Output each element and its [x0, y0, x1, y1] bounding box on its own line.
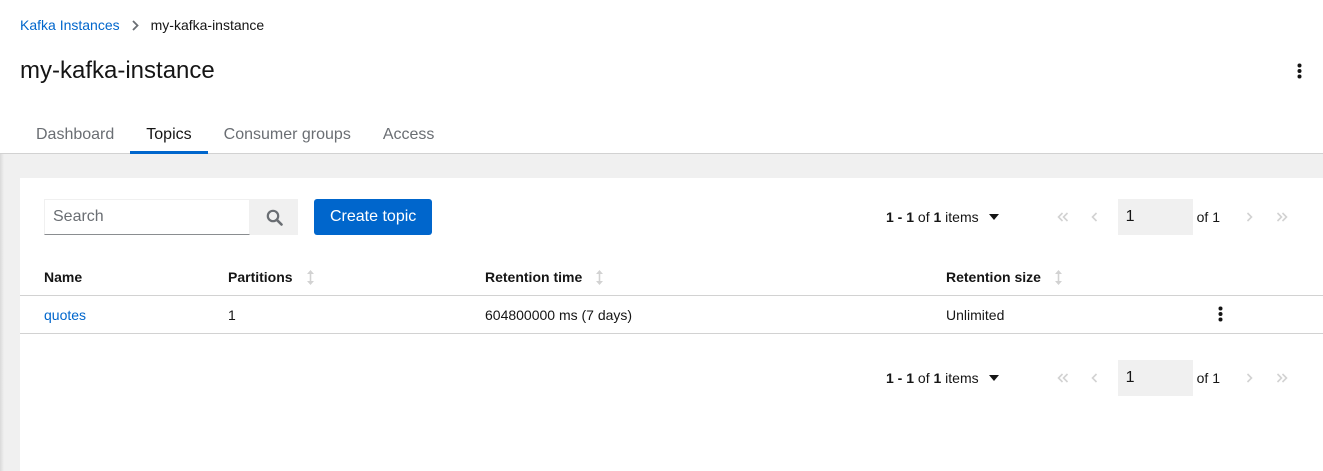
first-page-button[interactable]	[1047, 199, 1079, 235]
angle-double-right-icon	[1276, 212, 1288, 222]
per-page-toggle[interactable]: 1 - 1 of 1 items	[886, 209, 999, 225]
row-actions-kebab-icon[interactable]	[1212, 304, 1228, 324]
angle-left-icon	[1091, 212, 1098, 222]
caret-down-icon	[988, 214, 999, 220]
breadcrumb: Kafka Instances my-kafka-instance	[20, 17, 264, 33]
sort-icon	[596, 269, 604, 285]
previous-page-button[interactable]	[1079, 360, 1111, 396]
topic-retention-time: 604800000 ms (7 days)	[485, 307, 633, 323]
last-page-button[interactable]	[1266, 199, 1298, 235]
sort-icon	[306, 269, 314, 285]
tab-dashboard[interactable]: Dashboard	[20, 112, 130, 154]
breadcrumb-kafka-instances-link[interactable]: Kafka Instances	[20, 17, 120, 33]
column-header-partitions[interactable]: Partitions	[228, 269, 314, 285]
tab-consumer-groups[interactable]: Consumer groups	[208, 112, 367, 154]
table-row: quotes 1 604800000 ms (7 days) Unlimited	[20, 296, 1323, 334]
pages-total-label: of 1	[1196, 209, 1220, 225]
instance-tabs: Dashboard Topics Consumer groups Access	[20, 112, 450, 154]
angle-right-icon	[1246, 212, 1254, 222]
first-page-button[interactable]	[1047, 360, 1079, 396]
pagination-bottom: 1 - 1 of 1 items of 1	[886, 360, 1298, 396]
column-header-retention-size[interactable]: Retention size	[946, 269, 1062, 285]
column-header-retention-time[interactable]: Retention time	[485, 269, 604, 285]
last-page-button[interactable]	[1266, 360, 1298, 396]
next-page-button[interactable]	[1234, 199, 1266, 235]
instance-actions-kebab-icon[interactable]	[1293, 60, 1305, 82]
topic-partitions: 1	[228, 307, 236, 323]
table-header: Name Partitions Retention time Retention…	[20, 258, 1323, 296]
pagination-of: of	[917, 370, 930, 386]
pagination-items: items	[945, 370, 979, 386]
page-title: my-kafka-instance	[20, 57, 215, 84]
tab-topics[interactable]: Topics	[130, 112, 209, 154]
search-input[interactable]	[44, 199, 250, 235]
pagination-range: 1 - 1	[886, 209, 915, 225]
breadcrumb-current: my-kafka-instance	[150, 17, 265, 33]
angle-right-icon	[1246, 373, 1254, 383]
topics-card: Create topic 1 - 1 of 1 items of 1 Name …	[20, 178, 1323, 471]
tab-access[interactable]: Access	[367, 112, 451, 154]
angle-left-icon	[1091, 373, 1098, 383]
angle-double-right-icon	[1276, 373, 1288, 383]
page-header: Kafka Instances my-kafka-instance my-kaf…	[0, 0, 1323, 154]
search-icon	[266, 209, 283, 226]
current-page-input[interactable]	[1117, 199, 1193, 235]
pagination-range: 1 - 1	[886, 370, 915, 386]
topic-name-link[interactable]: quotes	[44, 307, 86, 323]
create-topic-button[interactable]: Create topic	[314, 199, 433, 235]
pagination-top: 1 - 1 of 1 items of 1	[886, 199, 1298, 235]
previous-page-button[interactable]	[1079, 199, 1111, 235]
pagination-total: 1	[933, 370, 942, 386]
current-page-input[interactable]	[1117, 360, 1193, 396]
topics-table: Name Partitions Retention time Retention…	[20, 258, 1323, 334]
column-header-name: Name	[44, 269, 83, 285]
chevron-right-icon	[131, 19, 139, 31]
pagination-items: items	[945, 209, 979, 225]
caret-down-icon	[988, 375, 999, 381]
next-page-button[interactable]	[1234, 360, 1266, 396]
angle-double-left-icon	[1056, 212, 1069, 222]
search-button[interactable]	[250, 199, 298, 235]
pages-total-label: of 1	[1196, 370, 1220, 386]
pagination-total: 1	[933, 209, 942, 225]
topics-toolbar: Create topic	[44, 199, 433, 235]
topic-retention-size: Unlimited	[946, 307, 1005, 323]
angle-double-left-icon	[1056, 373, 1069, 383]
sort-icon	[1054, 269, 1062, 285]
pagination-of: of	[917, 209, 930, 225]
per-page-toggle[interactable]: 1 - 1 of 1 items	[886, 370, 999, 386]
